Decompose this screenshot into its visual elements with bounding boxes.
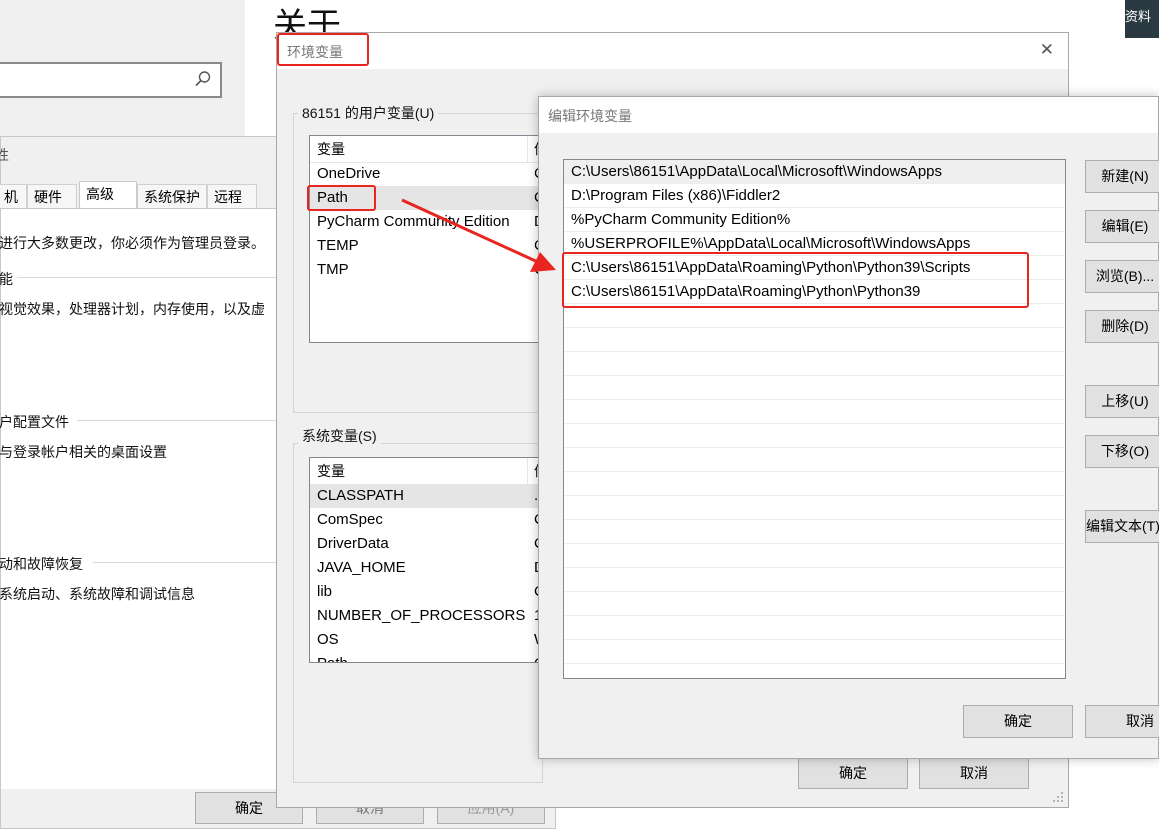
annotation-arrow-icon: [401, 198, 556, 272]
